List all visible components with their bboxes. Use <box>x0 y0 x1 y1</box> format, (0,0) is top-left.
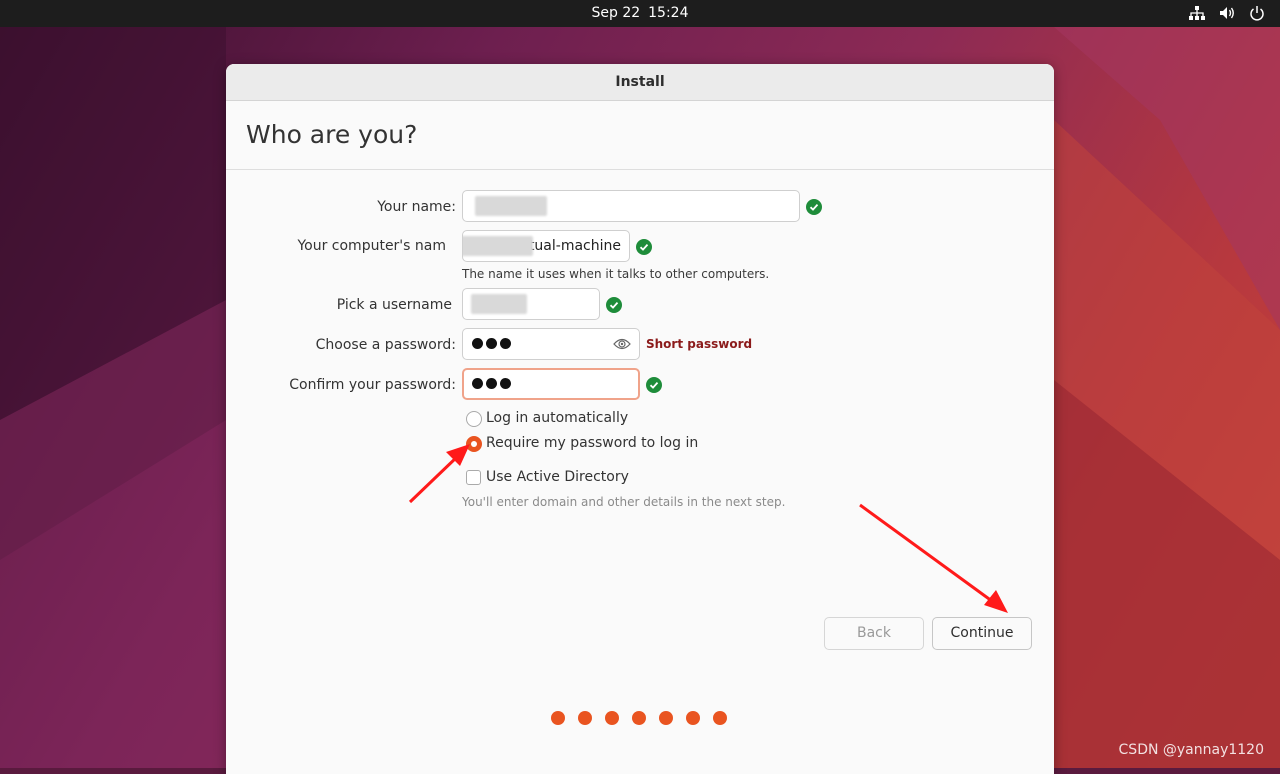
arrow-to-continue <box>859 503 1008 613</box>
annotation-arrows <box>408 444 1008 613</box>
watermark: CSDN @yannay1120 <box>1118 742 1264 758</box>
arrow-to-require-password <box>408 444 470 504</box>
